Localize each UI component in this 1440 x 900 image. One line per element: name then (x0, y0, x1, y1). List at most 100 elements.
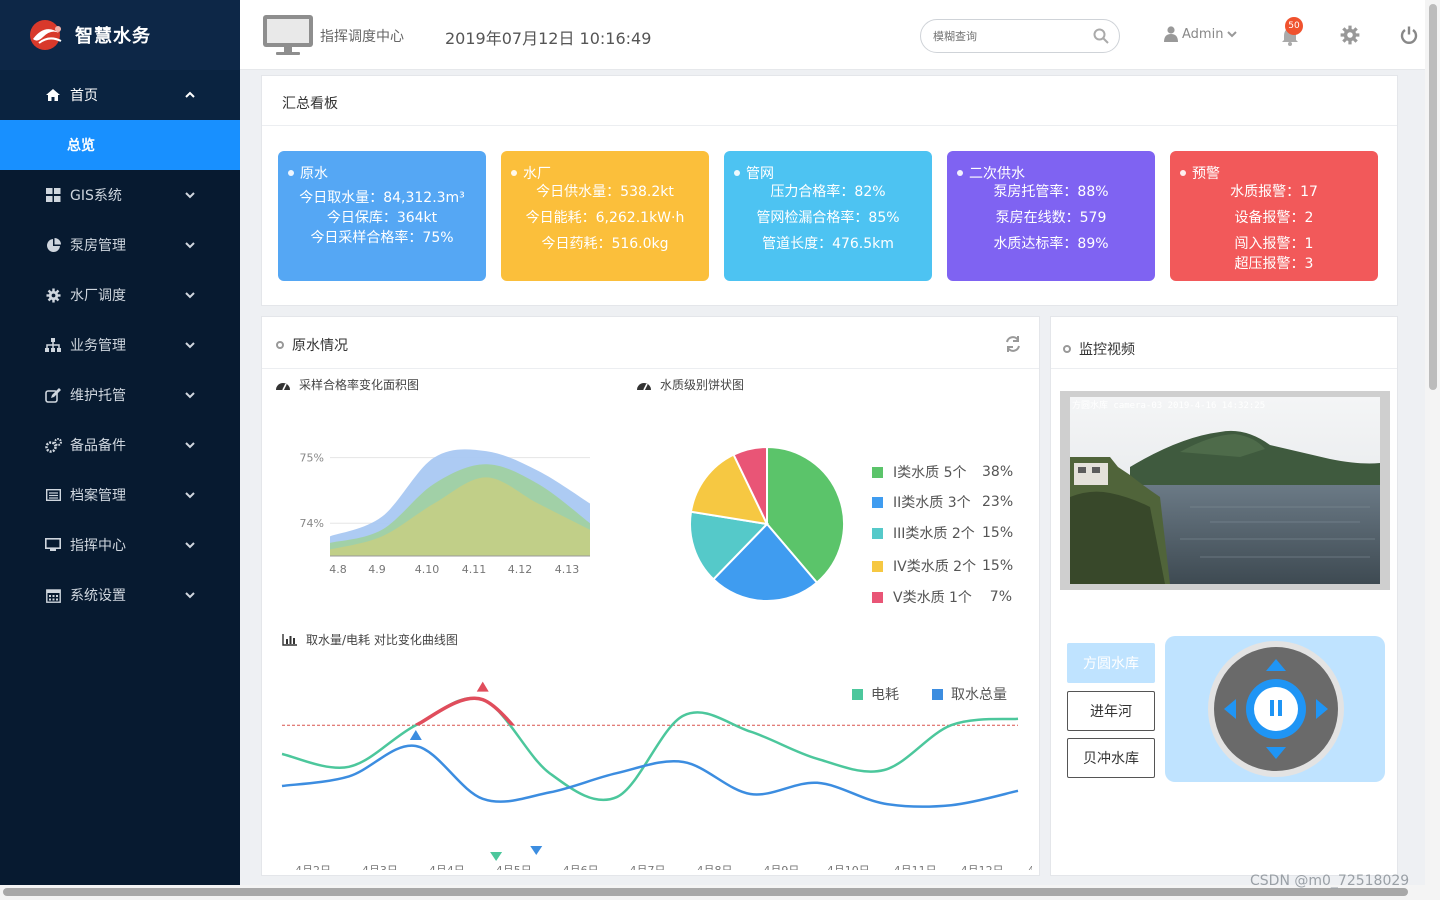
sidebar-item-label: 备品备件 (70, 438, 126, 454)
sidebar-item-label: 水厂调度 (70, 288, 126, 304)
sidebar-item-label: 系统设置 (70, 588, 126, 604)
card-pipe-network[interactable]: 管网 压力合格率：82% 管网检漏合格率：85% 管道长度：476.5km (724, 151, 932, 281)
video-frame[interactable]: 方圆水库 camera-03 2019-4-16 14:32:25 (1060, 391, 1390, 590)
refresh-icon[interactable] (1004, 335, 1022, 353)
chevron-up-icon (185, 91, 195, 98)
monitor-header: 监控视频 (1063, 339, 1135, 359)
area-chart-heading: 采样合格率变化面积图 (275, 376, 419, 393)
legend-label: V类水质 1个 (893, 590, 972, 606)
legend-label: IV类水质 2个 (893, 559, 977, 575)
pie-chart (689, 445, 845, 602)
card-line: 水质报警：17 (1230, 184, 1318, 200)
area-x-tick: 4.9 (368, 563, 386, 576)
search-input[interactable] (920, 19, 1120, 53)
card-line: 今日供水量：538.2kt (536, 184, 674, 200)
line-x-tick: 4月9日 (763, 864, 799, 870)
card-line: 今日保库：364kt (326, 210, 438, 226)
sidebar-subitem-label: 总览 (67, 138, 95, 154)
sidebar-item-maintenance[interactable]: 维护托管 (0, 370, 240, 420)
current-datetime: 2019年07月12日 10:16:49 (445, 29, 652, 48)
pie-chart-title: 水质级别饼状图 (660, 378, 745, 392)
gear-icon (44, 287, 62, 303)
chevron-down-icon (185, 492, 195, 499)
card-line: 今日药耗：516.0kg (541, 236, 669, 252)
max-marker (409, 730, 422, 740)
search-icon[interactable] (1093, 28, 1109, 44)
sidebar-item-pump-room[interactable]: 泵房管理 (0, 220, 240, 270)
line-x-tick: 4月10日 (827, 864, 870, 870)
max-marker (476, 681, 489, 692)
sidebar-item-gis[interactable]: GIS系统 (0, 170, 240, 220)
bar-chart-icon (282, 633, 297, 646)
horizontal-scrollbar-thumb[interactable] (3, 888, 1408, 896)
ptz-joystick[interactable] (1206, 639, 1346, 779)
line-x-tick: 4月6日 (563, 864, 599, 870)
sidebar-item-label: 指挥中心 (70, 538, 126, 554)
legend-label: III类水质 2个 (893, 526, 975, 542)
chevron-down-icon (185, 442, 195, 449)
user-name: Admin (1182, 26, 1224, 42)
sidebar-item-label: GIS系统 (70, 188, 122, 204)
logo-icon (30, 20, 62, 50)
settings-icon[interactable] (1340, 25, 1360, 45)
line-chart: 4月2日 4月3日 4月4日 4月5日 4月6日 4月7日 4月8日 4月9日 4月10日 4月1… (281, 681, 1033, 870)
sidebar-item-plant-dispatch[interactable]: 水厂调度 (0, 270, 240, 320)
legend-label: I类水质 5个 (893, 465, 967, 481)
notification-badge: 50 (1285, 17, 1303, 35)
bullet-icon (288, 170, 294, 176)
monitor-icon (263, 15, 313, 55)
pie-legend-item: II类水质 3个 23% (872, 492, 1013, 512)
sidebar-item-system-settings[interactable]: 系统设置 (0, 570, 240, 620)
line-x-tick: 4月4日 (429, 864, 465, 870)
grid-icon (44, 187, 62, 203)
top-bar: 指挥调度中心 2019年07月12日 10:16:49 Admin 50 (240, 0, 1425, 70)
legend-percent: 15% (982, 525, 1014, 541)
card-title-text: 管网 (746, 166, 774, 182)
camera-button-fangyuan[interactable]: 方圆水库 (1067, 643, 1155, 683)
camera-button-beichong[interactable]: 贝冲水库 (1067, 738, 1155, 778)
pie-legend-item: IV类水质 2个 15% (872, 556, 1013, 576)
bullet-icon (734, 170, 740, 176)
raw-water-header: 原水情况 (276, 335, 348, 355)
camera-button-jinnianhe[interactable]: 进年河 (1067, 691, 1155, 731)
chevron-down-icon (185, 242, 195, 249)
legend-swatch (932, 689, 943, 700)
sidebar-item-archives[interactable]: 档案管理 (0, 470, 240, 520)
bullet-icon (1180, 170, 1186, 176)
pie-legend-item: III类水质 2个 15% (872, 523, 1013, 543)
divider (262, 125, 1397, 126)
sitemap-icon (44, 337, 62, 353)
card-title-text: 预警 (1192, 166, 1220, 182)
card-raw-water[interactable]: 原水 今日取水量：84,312.3m³ 今日保库：364kt 今日采样合格率：7… (278, 151, 486, 281)
card-water-plant[interactable]: 水厂 今日供水量：538.2kt 今日能耗：6,262.1kW·h 今日药耗：5… (501, 151, 709, 281)
area-y-tick: 74% (300, 517, 324, 530)
sidebar-item-label: 业务管理 (70, 338, 126, 354)
line-x-tick: 4月5日 (496, 864, 532, 870)
line-x-tick: 4月2日 (295, 864, 331, 870)
legend-swatch (872, 591, 883, 603)
card-line: 压力合格率：82% (770, 184, 886, 200)
sidebar-item-command-center[interactable]: 指挥中心 (0, 520, 240, 570)
legend-percent: 38% (982, 464, 1014, 480)
camera-overlay-text: 方圆水库 camera-03 2019-4-16 14:32:25 (1072, 401, 1266, 411)
line-x-tick: 4月13日 (1028, 864, 1033, 870)
card-secondary-supply[interactable]: 二次供水 泵房托管率：88% 泵房在线数：579 水质达标率：89% (947, 151, 1155, 281)
power-icon[interactable] (1399, 25, 1419, 45)
chevron-down-icon (185, 342, 195, 349)
sidebar-item-spare-parts[interactable]: 备品备件 (0, 420, 240, 470)
app-logo[interactable]: 智慧水务 (0, 0, 240, 70)
line-x-tick: 4月3日 (362, 864, 398, 870)
sidebar-subitem-overview[interactable]: 总览 (0, 120, 240, 170)
legend-swatch (852, 689, 863, 700)
legend-swatch (872, 466, 883, 478)
sidebar-item-business[interactable]: 业务管理 (0, 320, 240, 370)
card-alerts[interactable]: 预警 水质报警：17 设备报警：2 闯入报警：1 超压报警：3 (1170, 151, 1378, 281)
sidebar-item-home[interactable]: 首页 (0, 70, 240, 120)
line-chart-title: 取水量/电耗 对比变化曲线图 (306, 633, 458, 647)
cogs-icon (44, 437, 62, 453)
bullet-icon (276, 341, 284, 349)
calendar-icon (44, 587, 62, 603)
user-menu[interactable]: Admin (1164, 26, 1238, 42)
vertical-scrollbar-thumb[interactable] (1429, 4, 1437, 390)
legend-percent: 7% (989, 589, 1012, 605)
